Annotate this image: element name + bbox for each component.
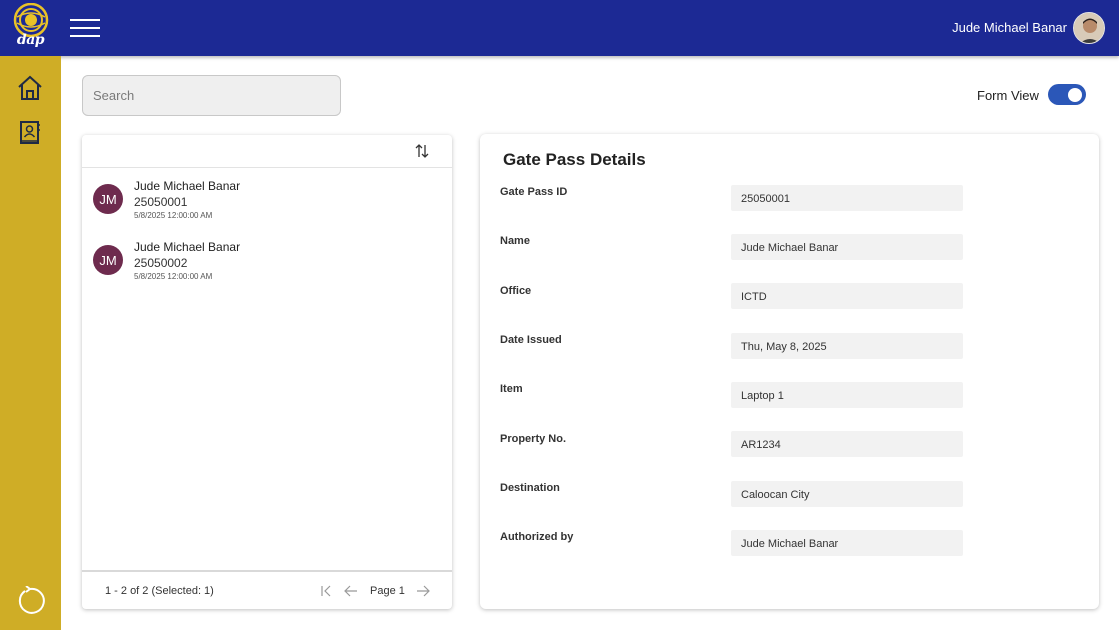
list-item[interactable]: JM Jude Michael Banar 25050002 5/8/2025 … xyxy=(82,231,452,289)
field-label-item: Item xyxy=(500,383,523,395)
range-text: 1 - 2 of 2 (Selected: 1) xyxy=(105,585,214,597)
search-input[interactable] xyxy=(82,75,341,116)
form-view-label: Form View xyxy=(977,88,1039,103)
field-label-authorized-by: Authorized by xyxy=(500,531,574,543)
field-office[interactable]: ICTD xyxy=(731,283,963,309)
item-date: 5/8/2025 12:00:00 AM xyxy=(134,272,213,281)
previous-page-button[interactable] xyxy=(344,584,358,602)
field-label-name: Name xyxy=(500,235,530,247)
field-gate-pass-id[interactable]: 25050001 xyxy=(731,185,963,211)
list-toolbar xyxy=(82,135,452,168)
logo-text: dap xyxy=(16,32,45,48)
field-property-no[interactable]: AR1234 xyxy=(731,431,963,457)
pagination-bar: 1 - 2 of 2 (Selected: 1) Page 1 xyxy=(82,570,452,609)
field-destination[interactable]: Caloocan City xyxy=(731,481,963,507)
page-label: Page 1 xyxy=(370,585,405,597)
user-photo-icon xyxy=(1074,13,1104,43)
sidebar xyxy=(0,56,61,630)
list-item[interactable]: JM Jude Michael Banar 25050001 5/8/2025 … xyxy=(82,170,452,228)
user-name: Jude Michael Banar xyxy=(952,20,1067,35)
next-page-button[interactable] xyxy=(416,584,430,602)
arrow-left-icon xyxy=(344,585,357,597)
sort-arrows-icon xyxy=(415,144,429,158)
item-name: Jude Michael Banar xyxy=(134,240,241,254)
field-label-gate-pass-id: Gate Pass ID xyxy=(500,186,568,198)
field-label-destination: Destination xyxy=(500,482,560,494)
field-label-date-issued: Date Issued xyxy=(500,334,562,346)
menu-toggle-button[interactable] xyxy=(70,19,100,37)
field-authorized-by[interactable]: Jude Michael Banar xyxy=(731,530,963,556)
home-icon xyxy=(18,75,42,100)
item-id: 25050001 xyxy=(134,195,188,209)
first-page-button[interactable] xyxy=(320,584,332,602)
initials-avatar: JM xyxy=(93,184,123,214)
gate-pass-details: Gate Pass Details Gate Pass ID 25050001 … xyxy=(480,134,1099,609)
refresh-icon xyxy=(18,585,45,614)
first-page-icon xyxy=(321,585,331,597)
field-name[interactable]: Jude Michael Banar xyxy=(731,234,963,260)
arrow-right-icon xyxy=(417,585,430,597)
item-name: Jude Michael Banar xyxy=(134,179,241,193)
field-date-issued[interactable]: Thu, May 8, 2025 xyxy=(731,333,963,359)
initials-avatar: JM xyxy=(93,245,123,275)
form-view-toggle[interactable] xyxy=(1048,84,1086,105)
sidebar-item-home[interactable] xyxy=(16,74,44,107)
toggle-knob xyxy=(1068,87,1082,102)
field-label-office: Office xyxy=(500,285,532,297)
item-date: 5/8/2025 12:00:00 AM xyxy=(134,211,213,220)
sidebar-item-contacts[interactable] xyxy=(16,118,44,151)
field-label-property-no: Property No. xyxy=(500,433,567,445)
sort-button[interactable] xyxy=(414,143,430,164)
top-app-bar: dap Jude Michael Banar xyxy=(0,0,1119,56)
refresh-button[interactable] xyxy=(15,585,45,621)
details-title: Gate Pass Details xyxy=(503,150,646,169)
user-avatar[interactable] xyxy=(1073,12,1105,44)
gate-pass-list: JM Jude Michael Banar 25050001 5/8/2025 … xyxy=(82,135,452,609)
dap-logo[interactable]: dap xyxy=(0,0,61,56)
item-id: 25050002 xyxy=(134,256,188,270)
field-item[interactable]: Laptop 1 xyxy=(731,382,963,408)
contact-book-icon xyxy=(20,121,40,144)
